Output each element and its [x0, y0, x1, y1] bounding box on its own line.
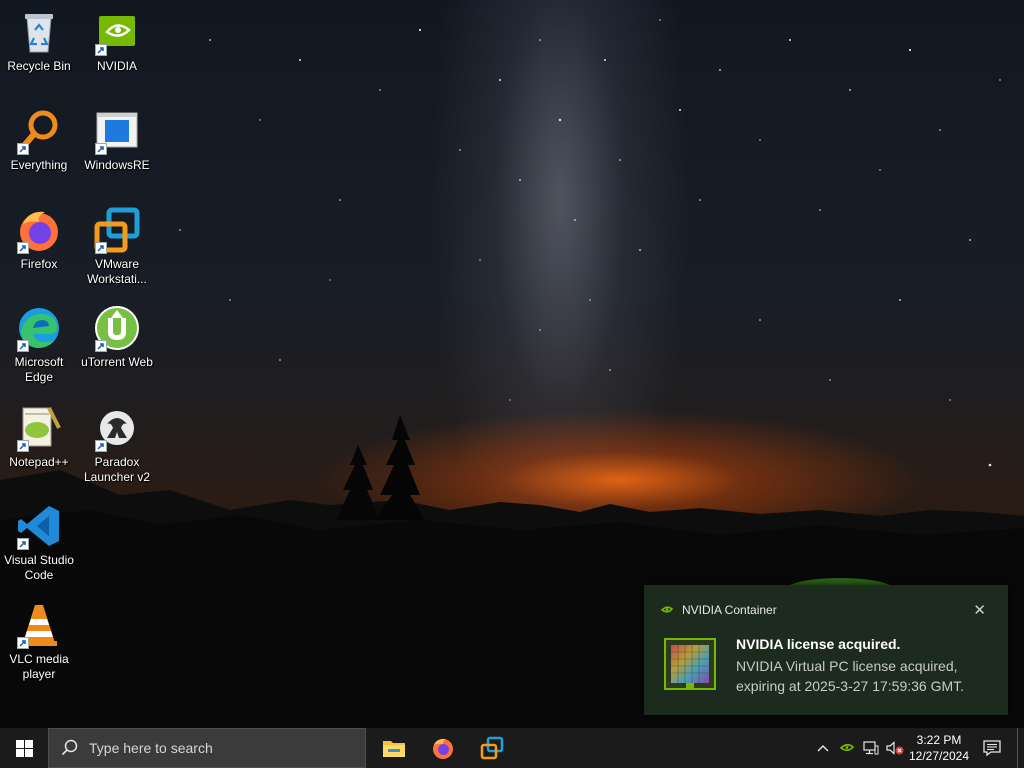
- desktop-icon-everything[interactable]: Everything: [0, 107, 78, 173]
- shortcut-arrow-icon: [95, 143, 107, 155]
- nvidia-tray-icon: [840, 743, 854, 752]
- taskbar-clock[interactable]: 3:22 PM 12/27/2024: [900, 732, 978, 764]
- toast-app-name: NVIDIA Container: [682, 603, 777, 617]
- shortcut-arrow-icon: [17, 242, 29, 254]
- clock-time: 3:22 PM: [916, 733, 962, 747]
- toast-notification[interactable]: NVIDIA Container ✕ NVIDIA license acquir…: [644, 585, 1008, 715]
- desktop-icon-label: WindowsRE: [84, 158, 150, 172]
- shortcut-arrow-icon: [17, 538, 29, 550]
- desktop-icon-edge[interactable]: Microsoft Edge: [0, 304, 78, 385]
- windows-logo-icon: [15, 739, 33, 757]
- desktop-icon-label: VMware Workstati...: [87, 257, 147, 286]
- desktop-icon-label: Recycle Bin: [7, 59, 71, 73]
- shortcut-arrow-icon: [17, 440, 29, 452]
- desktop-icon-notepadpp[interactable]: Notepad++: [0, 404, 78, 470]
- search-icon: [61, 739, 78, 756]
- desktop-icon-label: Everything: [10, 158, 68, 172]
- desktop-icon-nvidia[interactable]: NVIDIA: [78, 8, 156, 74]
- recycle-bin-icon: [25, 14, 53, 53]
- network-icon: [863, 741, 879, 755]
- desktop-icon-vmware[interactable]: VMware Workstati...: [78, 206, 156, 287]
- desktop-icon-label: Notepad++: [9, 455, 69, 469]
- shortcut-arrow-icon: [95, 340, 107, 352]
- toast-body: NVIDIA Virtual PC license acquired, expi…: [736, 658, 965, 694]
- taskbar: Type here to search 3:22 PM 12/27/2024: [0, 728, 1024, 768]
- action-center-button[interactable]: [980, 728, 1004, 768]
- tray-show-hidden-icons[interactable]: [812, 728, 834, 768]
- desktop-icon-label: NVIDIA: [96, 59, 137, 73]
- chevron-up-icon: [817, 745, 829, 752]
- tray-nvidia[interactable]: [836, 728, 858, 768]
- shortcut-arrow-icon: [17, 340, 29, 352]
- vmware-icon: [480, 736, 504, 760]
- taskbar-app-firefox[interactable]: [419, 728, 467, 768]
- desktop-icon-paradox[interactable]: Paradox Launcher v2: [78, 404, 156, 485]
- shortcut-arrow-icon: [95, 242, 107, 254]
- desktop-icon-firefox[interactable]: Firefox: [0, 206, 78, 272]
- tray-network[interactable]: [860, 728, 882, 768]
- desktop-icon-label: Firefox: [20, 257, 58, 271]
- firefox-icon: [433, 738, 453, 759]
- toast-app-header: NVIDIA Container: [660, 603, 777, 617]
- shortcut-arrow-icon: [17, 637, 29, 649]
- desktop-icon-vlc[interactable]: VLC media player: [0, 601, 78, 682]
- show-desktop-button[interactable]: [1017, 728, 1024, 768]
- desktop-icon-label: Visual Studio Code: [4, 553, 74, 582]
- desktop-icon-utorrent[interactable]: uTorrent Web: [78, 304, 156, 370]
- desktop-icon-label: uTorrent Web: [81, 355, 153, 369]
- desktop-icon-label: Microsoft Edge: [14, 355, 64, 384]
- start-button[interactable]: [0, 728, 48, 768]
- shortcut-arrow-icon: [95, 44, 107, 56]
- desktop-icon-label: VLC media player: [9, 652, 69, 681]
- desktop-icon-recycle-bin[interactable]: Recycle Bin: [0, 8, 78, 74]
- toast-close-button[interactable]: ✕: [973, 601, 986, 619]
- taskbar-app-vmware[interactable]: [468, 728, 516, 768]
- desktop-icon-windowsre[interactable]: WindowsRE: [78, 107, 156, 173]
- taskbar-search-box[interactable]: Type here to search: [48, 728, 366, 768]
- taskbar-app-file-explorer[interactable]: [370, 728, 418, 768]
- notification-icon: [983, 740, 1001, 756]
- desktop-icon-vscode[interactable]: Visual Studio Code: [0, 502, 78, 583]
- shortcut-arrow-icon: [17, 143, 29, 155]
- clock-date: 12/27/2024: [908, 749, 970, 763]
- search-placeholder: Type here to search: [89, 740, 213, 756]
- desktop-icon-label: Paradox Launcher v2: [83, 455, 151, 484]
- shortcut-arrow-icon: [95, 440, 107, 452]
- nvidia-small-icon: [660, 606, 674, 613]
- toast-title: NVIDIA license acquired.: [736, 636, 901, 652]
- gpu-chip-icon: [664, 638, 716, 690]
- file-explorer-icon: [383, 741, 405, 757]
